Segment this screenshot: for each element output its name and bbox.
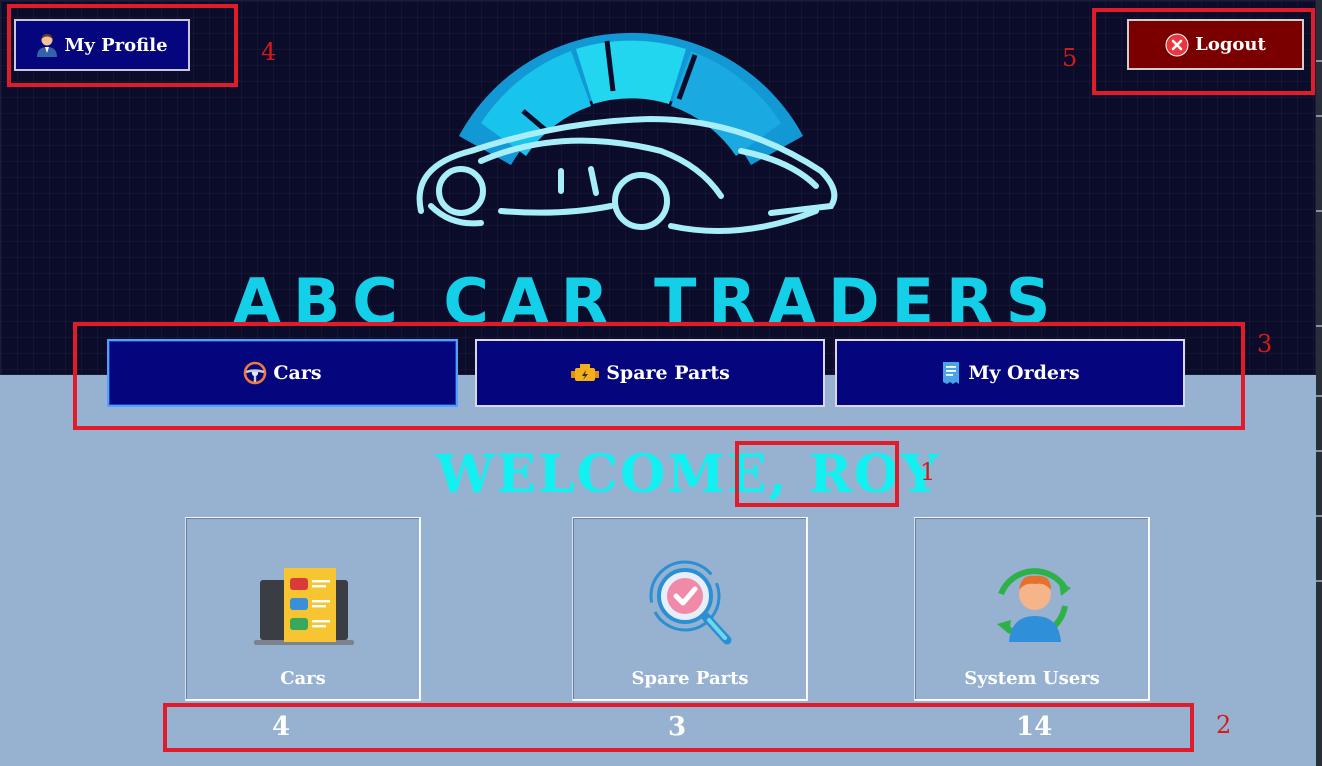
stat-spare-parts-label: Spare Parts xyxy=(631,668,749,689)
user-refresh-icon xyxy=(997,568,1071,642)
annotation-box-logout xyxy=(1092,8,1315,95)
annotation-number-2: 2 xyxy=(1216,711,1232,739)
annotation-box-nav xyxy=(73,322,1245,430)
annotation-number-5: 5 xyxy=(1062,44,1078,72)
annotation-box-username xyxy=(735,441,899,507)
stat-card-spare-parts[interactable]: Spare Parts xyxy=(572,517,808,701)
annotation-number-3: 3 xyxy=(1257,330,1273,358)
stat-card-system-users[interactable]: System Users xyxy=(914,517,1150,701)
window-edge-strip xyxy=(1316,0,1322,766)
car-list-icon xyxy=(254,568,354,645)
search-check-icon xyxy=(649,560,732,645)
annotation-number-4: 4 xyxy=(261,38,277,66)
annotation-number-1: 1 xyxy=(920,458,936,486)
stat-system-users-label: System Users xyxy=(964,668,1100,689)
annotation-box-profile xyxy=(7,4,238,87)
stat-cars-label: Cars xyxy=(280,668,326,689)
stat-card-cars[interactable]: Cars xyxy=(185,517,421,701)
annotation-box-counts xyxy=(163,703,1194,752)
